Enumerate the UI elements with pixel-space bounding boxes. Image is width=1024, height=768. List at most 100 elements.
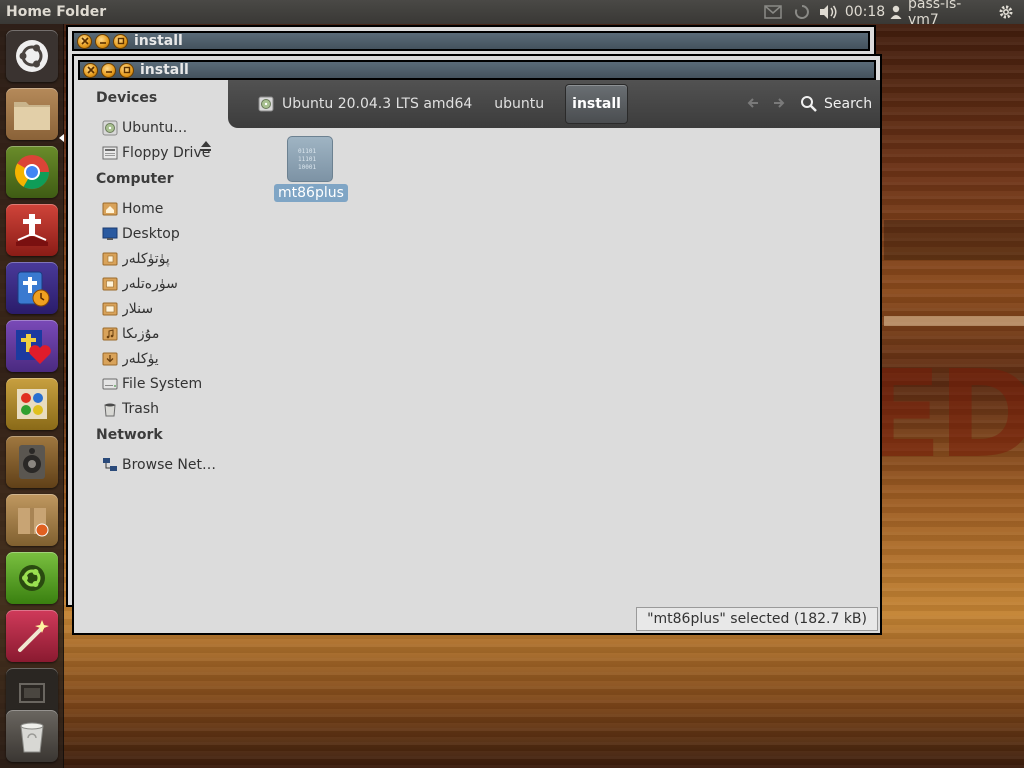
maximize-icon (123, 66, 130, 74)
wallpaper-stripe (884, 316, 1024, 326)
trash-icon (20, 722, 44, 753)
sidebar-item-ubuntu-disc[interactable]: Ubuntu… (102, 117, 224, 139)
sidebar-item-label: Floppy Drive (122, 145, 211, 161)
trash-launcher[interactable] (6, 710, 58, 762)
breadcrumb-drive[interactable]: Ubuntu 20.04.3 LTS amd64 (228, 84, 483, 124)
close-icon (80, 37, 89, 45)
ubuntu-software-icon (19, 565, 45, 591)
sidebar-item-floppy[interactable]: Floppy Drive (102, 142, 224, 164)
search-icon (801, 96, 817, 112)
minimize-button[interactable] (101, 62, 116, 78)
paint-icon (17, 389, 47, 419)
mail-icon[interactable] (756, 0, 790, 24)
sidebar-item-label: پۈتۈكلەر (122, 251, 170, 267)
chrome-icon (15, 155, 49, 189)
disc-icon (258, 96, 274, 116)
sidebar-item-browse-network[interactable]: Browse Net… (102, 454, 224, 476)
search-button[interactable]: Search (800, 92, 872, 116)
sidebar-item-desktop[interactable]: Desktop (102, 223, 224, 245)
svg-text:01101: 01101 (298, 148, 316, 155)
sidebar-item-downloads[interactable]: يۈكلەر (102, 348, 224, 370)
cross-heart-icon (16, 330, 51, 364)
bible-clock-launcher[interactable] (6, 262, 58, 314)
sidebar-item-label: Trash (122, 401, 159, 417)
sidebar-item-label: يۈكلەر (122, 351, 159, 367)
sidebar-item-label: File System (122, 376, 203, 392)
clock[interactable]: 00:18 (842, 0, 888, 24)
close-button[interactable] (83, 62, 98, 78)
wand-icon (18, 620, 49, 652)
back-window-titlebar[interactable]: install (72, 31, 870, 51)
sidebar-item-label: Ubuntu… (122, 120, 188, 136)
top-panel: Home Folder 00:18 pass-is-vm7 (0, 0, 1024, 28)
user-name[interactable]: pass-is-vm7 (904, 0, 988, 28)
package-launcher[interactable] (6, 494, 58, 546)
minimize-button[interactable] (95, 33, 110, 49)
disc-icon (102, 120, 118, 136)
files-launcher[interactable] (6, 88, 58, 140)
paint-launcher[interactable] (6, 378, 58, 430)
speaker-launcher[interactable] (6, 436, 58, 488)
places-sidebar: Devices Ubuntu… Floppy Drive Computer Ho… (76, 84, 228, 629)
back-window-title: install (134, 33, 183, 49)
dash-button[interactable] (6, 30, 58, 82)
window-titlebar[interactable]: install (78, 60, 876, 80)
magic-wand-launcher[interactable] (6, 610, 58, 662)
search-label: Search (824, 96, 873, 112)
maximize-icon (117, 37, 124, 45)
breadcrumb-install[interactable]: install (565, 84, 628, 124)
file-manager-window: install Devices Ubuntu… Floppy Drive Com… (72, 54, 882, 635)
file-view[interactable]: 01101 11101 10001 mt86plus (228, 128, 880, 633)
svg-text:11101: 11101 (298, 156, 316, 163)
wallpaper-text: ED (860, 346, 1024, 485)
sidebar-item-file-system[interactable]: File System (102, 373, 224, 395)
arrow-right-icon (774, 98, 785, 108)
desktop-icon (102, 226, 118, 242)
network-icon (102, 457, 118, 473)
sidebar-item-home[interactable]: Home (102, 198, 224, 220)
maximize-button[interactable] (113, 33, 128, 49)
network-icon[interactable] (790, 0, 814, 24)
folder-icon (14, 102, 50, 130)
volume-icon[interactable] (814, 0, 842, 24)
breadcrumb-label: ubuntu (494, 96, 545, 112)
bible-icon (16, 214, 48, 246)
network-header: Network (96, 427, 163, 443)
arrow-left-icon (747, 98, 758, 108)
trash-icon (102, 401, 118, 417)
sidebar-item-trash[interactable]: Trash (102, 398, 224, 420)
minimize-icon (99, 42, 106, 44)
harddisk-icon (102, 376, 118, 392)
cross-heart-launcher[interactable] (6, 320, 58, 372)
forward-button[interactable] (772, 96, 786, 114)
close-icon (86, 66, 95, 74)
videos-folder-icon (102, 301, 118, 317)
gear-icon[interactable] (988, 0, 1024, 24)
floppy-icon (102, 145, 118, 161)
bible-clock-icon (17, 271, 50, 307)
file-item[interactable]: 01101 11101 10001 mt86plus (274, 136, 348, 202)
bible-app-launcher[interactable] (6, 204, 58, 256)
chrome-launcher[interactable] (6, 146, 58, 198)
breadcrumb-ubuntu[interactable]: ubuntu (483, 84, 555, 124)
sidebar-item-label: Browse Net… (122, 457, 217, 473)
back-button[interactable] (746, 96, 760, 114)
sidebar-item-documents[interactable]: پۈتۈكلەر (102, 248, 224, 270)
sidebar-item-pictures[interactable]: سۈرەتلەر (102, 273, 224, 295)
close-button[interactable] (77, 33, 92, 49)
sidebar-item-music[interactable]: مۇزىكا (102, 323, 224, 345)
music-folder-icon (102, 326, 118, 342)
pictures-folder-icon (102, 276, 118, 292)
ubuntu-software-launcher[interactable] (6, 552, 58, 604)
sidebar-item-label: مۇزىكا (122, 326, 160, 342)
sidebar-item-videos[interactable]: سنلار (102, 298, 224, 320)
wallpaper-stripe (884, 220, 1024, 260)
computer-header: Computer (96, 171, 174, 187)
maximize-button[interactable] (119, 62, 134, 78)
file-name: mt86plus (274, 184, 348, 202)
running-indicator (59, 134, 64, 142)
breadcrumb-label: install (572, 96, 621, 112)
launcher (0, 24, 64, 768)
binary-file-icon: 01101 11101 10001 (287, 136, 333, 182)
documents-folder-icon (102, 251, 118, 267)
